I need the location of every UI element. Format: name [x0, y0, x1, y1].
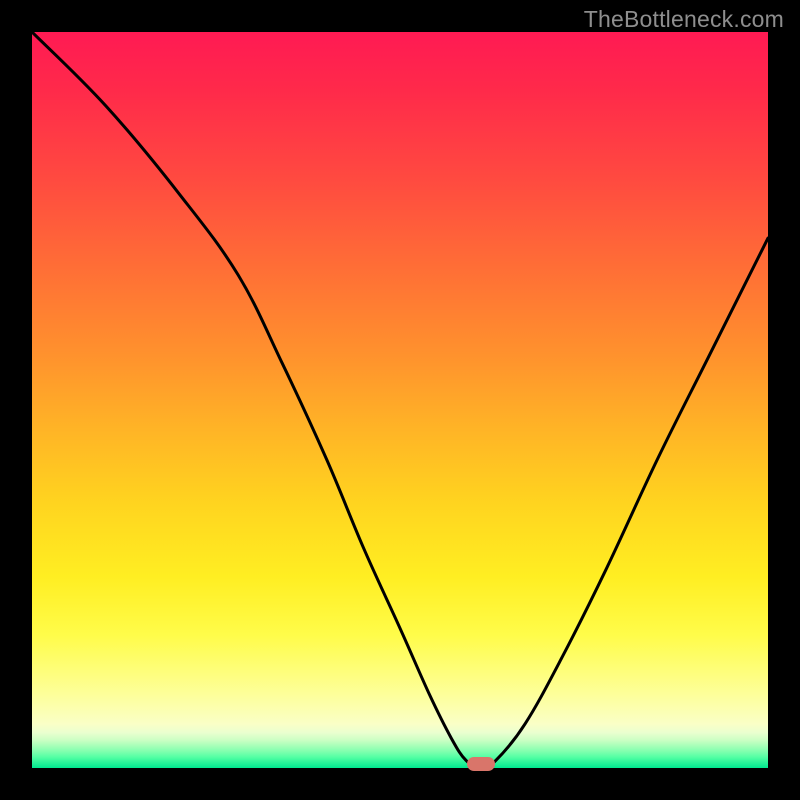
watermark-text: TheBottleneck.com — [584, 6, 784, 33]
optimal-marker — [467, 757, 495, 771]
chart-frame: TheBottleneck.com — [0, 0, 800, 800]
bottleneck-curve — [32, 32, 768, 768]
plot-area — [32, 32, 768, 768]
